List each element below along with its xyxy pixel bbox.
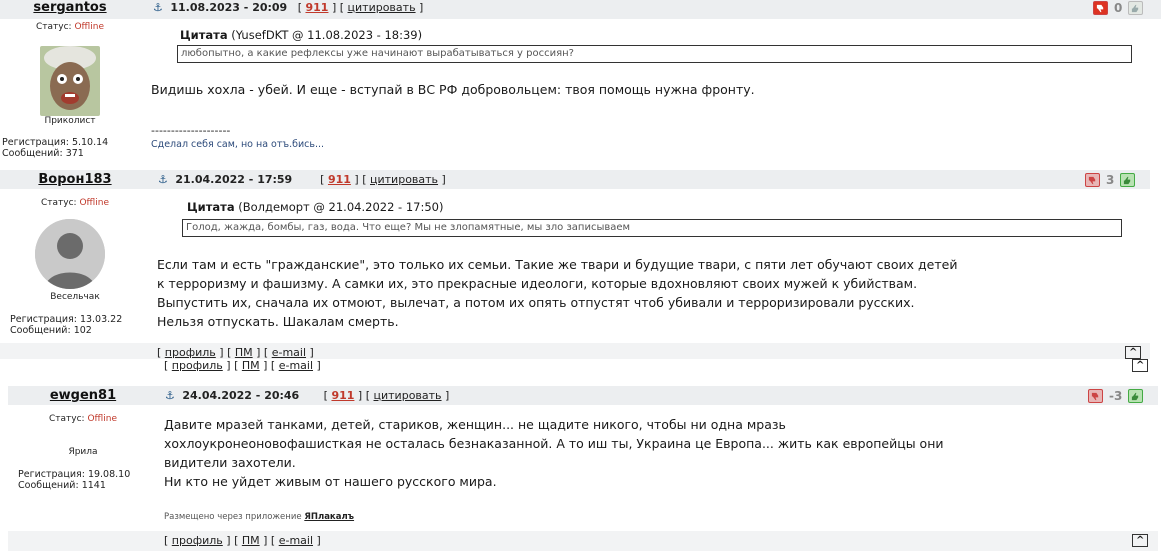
- anchor-icon[interactable]: ⚓: [153, 1, 163, 14]
- post2-votes: 3: [1085, 173, 1136, 187]
- thumb-down-icon[interactable]: [1085, 173, 1100, 187]
- post1-headline: ⚓ 11.08.2023 - 20:09 [ 911 ] [ цитироват…: [153, 1, 424, 14]
- post1-num-link[interactable]: 911: [305, 1, 328, 14]
- post2-body: Если там и есть "гражданские", это тольк…: [157, 255, 957, 331]
- post1-status: Статус: Offline: [36, 22, 104, 32]
- post2-body-line: к терроризму и фашизму. А самки их, это …: [157, 276, 918, 291]
- anchor-icon[interactable]: ⚓: [165, 389, 175, 402]
- post3-rank: Ярила: [68, 447, 98, 457]
- thumb-down-icon[interactable]: [1093, 1, 1108, 15]
- post1-signature: Сделал себя сам, но на отъ.бись...: [151, 139, 325, 150]
- email-link[interactable]: e-mail: [279, 534, 313, 547]
- post1-reg: Регистрация: 5.10.14 Сообщений: 371: [2, 137, 109, 159]
- thumb-up-icon[interactable]: [1128, 389, 1144, 403]
- post2-links: [ профиль ] [ ПМ ] [ e-mail ]: [157, 346, 314, 359]
- post2-quote-link[interactable]: цитировать: [370, 173, 438, 186]
- post2-body-line: Нельзя отпускать. Шакалам смерть.: [157, 314, 399, 329]
- post3-body-line: видители захотели.: [164, 455, 296, 470]
- post1-username[interactable]: sergantos: [0, 0, 140, 17]
- profile-link[interactable]: профиль: [172, 359, 223, 372]
- profile-link[interactable]: профиль: [165, 346, 216, 359]
- post3-vote-count: -3: [1109, 389, 1123, 403]
- post2-body-line: Выпустить их, сначала их отмоют, вылечат…: [157, 295, 915, 310]
- post2-vote-count: 3: [1106, 173, 1115, 187]
- post1-quote-link[interactable]: цитировать: [348, 1, 416, 14]
- post1-quote-header: Цитата (YusefDKT @ 11.08.2023 - 18:39): [180, 28, 423, 42]
- post2-headline: ⚓ 21.04.2022 - 17:59 [ 911 ] [ цитироват…: [158, 173, 446, 186]
- post2-reg: Регистрация: 13.03.22 Сообщений: 102: [10, 314, 123, 336]
- post2-datetime: 21.04.2022 - 17:59: [175, 173, 293, 186]
- post3-body-line: Давите мразей танками, детей, стариков, …: [164, 417, 786, 432]
- post3-body-line: хохлоукронеоновофашисткая не осталась бе…: [164, 436, 944, 451]
- post3-status: Статус: Offline: [49, 414, 117, 424]
- post2-status: Статус: Offline: [41, 198, 109, 208]
- scroll-up-button[interactable]: ^: [1132, 534, 1149, 547]
- post2-username[interactable]: Ворон183: [0, 170, 150, 189]
- post3-num-link[interactable]: 911: [331, 389, 354, 402]
- post2-quote-header: Цитата (Волдеморт @ 21.04.2022 - 17:50): [187, 200, 444, 214]
- email-link[interactable]: e-mail: [272, 346, 306, 359]
- post3-votes: -3: [1088, 389, 1144, 403]
- post3-via: Размещено через приложение ЯПлакалъ: [164, 512, 355, 522]
- post2-avatar[interactable]: [35, 219, 105, 289]
- profile-link[interactable]: профиль: [172, 534, 223, 547]
- post1-datetime: 11.08.2023 - 20:09: [170, 1, 288, 14]
- thumb-up-icon[interactable]: [1128, 1, 1144, 15]
- pm-link[interactable]: ПМ: [242, 359, 260, 372]
- scroll-up-button[interactable]: ^: [1125, 346, 1142, 359]
- post1-votes: 0: [1093, 1, 1144, 15]
- thumb-up-icon[interactable]: [1120, 173, 1136, 187]
- email-link[interactable]: e-mail: [279, 359, 313, 372]
- pm-link[interactable]: ПМ: [242, 534, 260, 547]
- post1-vote-count: 0: [1114, 1, 1123, 15]
- post1-sig-divider: --------------------: [151, 124, 231, 137]
- post1-avatar[interactable]: [40, 46, 100, 116]
- post3-quote-link[interactable]: цитировать: [374, 389, 442, 402]
- post1-userinfo: Статус: Offline: [0, 22, 140, 32]
- anchor-icon[interactable]: ⚓: [158, 173, 168, 186]
- post2-num-link[interactable]: 911: [328, 173, 351, 186]
- post3-body-line: Ни кто не уйдет живым от нашего русского…: [164, 474, 497, 489]
- post1-rank: Приколист: [44, 116, 96, 126]
- post3-username[interactable]: ewgen81: [8, 386, 158, 405]
- post3-headline: ⚓ 24.04.2022 - 20:46 [ 911 ] [ цитироват…: [165, 389, 450, 402]
- post3-body: Давите мразей танками, детей, стариков, …: [164, 415, 944, 491]
- post2-body-line: Если там и есть "гражданские", это тольк…: [157, 257, 958, 272]
- post3-reg: Регистрация: 19.08.10 Сообщений: 1141: [18, 469, 131, 491]
- post2-quote-box: Голод, жажда, бомбы, газ, вода. Что еще?…: [182, 219, 1122, 237]
- scroll-up-button[interactable]: ^: [1132, 359, 1149, 372]
- pm-link[interactable]: ПМ: [235, 346, 253, 359]
- post3-links: [ профиль ] [ ПМ ] [ e-mail ]: [164, 534, 321, 547]
- post1-body: Видишь хохла - убей. И еще - вступай в В…: [151, 82, 755, 97]
- post3-datetime: 24.04.2022 - 20:46: [182, 389, 300, 402]
- thumb-down-icon[interactable]: [1088, 389, 1103, 403]
- post1-quote-box: любопытно, а какие рефлексы уже начинают…: [177, 45, 1132, 63]
- post2-links-dup: [ профиль ] [ ПМ ] [ e-mail ]: [164, 359, 321, 372]
- app-link[interactable]: ЯПлакалъ: [304, 512, 354, 522]
- post2-rank: Весельчак: [50, 292, 100, 302]
